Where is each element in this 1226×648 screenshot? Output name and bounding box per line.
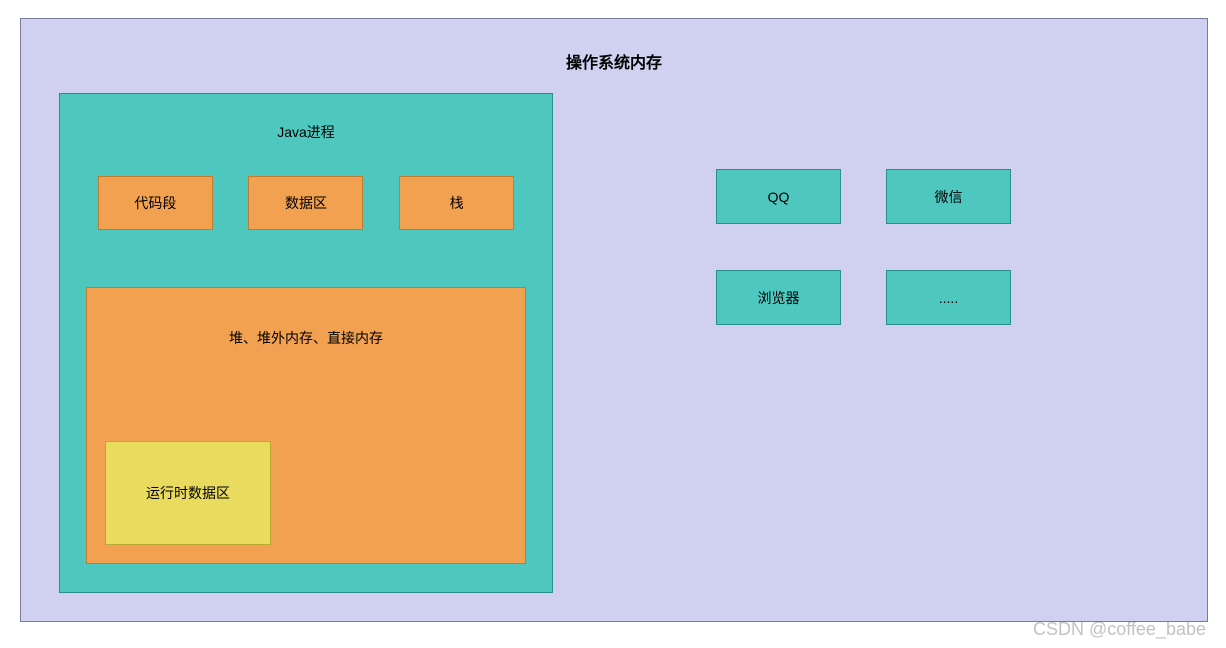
runtime-data-box: 运行时数据区 [105, 441, 271, 545]
other-apps-grid: QQ 微信 浏览器 ..... [716, 169, 1011, 325]
java-process-container: Java进程 代码段 数据区 栈 堆、堆外内存、直接内存 运行时数据区 [59, 93, 553, 593]
app-etc-box: ..... [886, 270, 1011, 325]
code-segment-box: 代码段 [98, 176, 213, 230]
stack-segment-box: 栈 [399, 176, 514, 230]
app-qq-box: QQ [716, 169, 841, 224]
heap-area-container: 堆、堆外内存、直接内存 运行时数据区 [86, 287, 526, 564]
os-memory-title: 操作系统内存 [21, 49, 1207, 73]
segment-row: 代码段 数据区 栈 [60, 176, 552, 230]
data-segment-box: 数据区 [248, 176, 363, 230]
os-memory-container: 操作系统内存 Java进程 代码段 数据区 栈 堆、堆外内存、直接内存 运行时数… [20, 18, 1208, 622]
heap-area-title: 堆、堆外内存、直接内存 [87, 328, 525, 348]
java-process-title: Java进程 [60, 122, 552, 142]
app-wechat-box: 微信 [886, 169, 1011, 224]
app-browser-box: 浏览器 [716, 270, 841, 325]
watermark-text: CSDN @coffee_babe [1033, 619, 1206, 640]
